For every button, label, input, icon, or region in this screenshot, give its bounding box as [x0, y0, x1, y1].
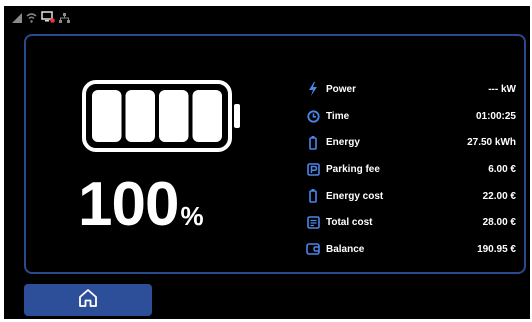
metric-value: 190.95 € [477, 243, 516, 255]
battery-segment [92, 90, 122, 142]
parking-icon [306, 161, 320, 177]
metric-label: Total cost [326, 217, 373, 229]
charge-percent: 100% [78, 170, 204, 240]
metric-value: 6.00 € [488, 163, 516, 175]
signal-icon [12, 10, 22, 28]
metric-label: Parking fee [326, 163, 380, 175]
wallet-icon [306, 241, 320, 257]
battery-graphic [82, 80, 244, 152]
metric-value: 22.00 € [482, 190, 516, 202]
display-alert-icon [41, 10, 55, 28]
metric-row-power: Power --- kW [306, 76, 516, 103]
receipt-icon [306, 215, 320, 231]
lightning-icon [306, 81, 320, 97]
status-bar [12, 10, 70, 28]
metric-row-total-cost: Total cost 28.00 € [306, 209, 516, 236]
metric-value: 27.50 kWh [467, 137, 516, 149]
metric-row-time: Time 01:00:25 [306, 103, 516, 130]
home-icon [77, 288, 99, 313]
metric-label: Balance [326, 243, 365, 255]
wifi-icon [26, 10, 37, 28]
metric-label: Energy [326, 137, 360, 149]
charge-percent-value: 100 [78, 170, 179, 239]
charge-percent-sign: % [180, 201, 204, 231]
battery-icon [82, 80, 240, 152]
metric-label: Energy cost [326, 190, 384, 202]
metric-label: Power [326, 83, 357, 95]
home-button[interactable] [24, 284, 152, 316]
metric-value: 01:00:25 [475, 110, 516, 122]
metric-value: 28.00 € [482, 217, 516, 229]
battery-segment [159, 90, 189, 142]
clock-icon [306, 108, 320, 124]
metric-row-energy-cost: Energy cost 22.00 € [306, 183, 516, 210]
battery-icon [306, 135, 320, 151]
metric-label: Time [326, 110, 350, 122]
metric-value: --- kW [488, 83, 516, 95]
charging-session-panel: 100% Power --- kW Time 01:00:25 Energy 2… [24, 34, 526, 274]
network-icon [59, 10, 70, 28]
session-metrics: Power --- kW Time 01:00:25 Energy 27.50 … [306, 76, 516, 263]
charger-screen: 100% Power --- kW Time 01:00:25 Energy 2… [4, 6, 530, 319]
battery-segment [125, 90, 155, 142]
metric-row-balance: Balance 190.95 € [306, 236, 516, 263]
battery-icon [306, 188, 320, 204]
battery-segment [192, 90, 222, 142]
metric-row-parking-fee: Parking fee 6.00 € [306, 156, 516, 183]
metric-row-energy: Energy 27.50 kWh [306, 129, 516, 156]
